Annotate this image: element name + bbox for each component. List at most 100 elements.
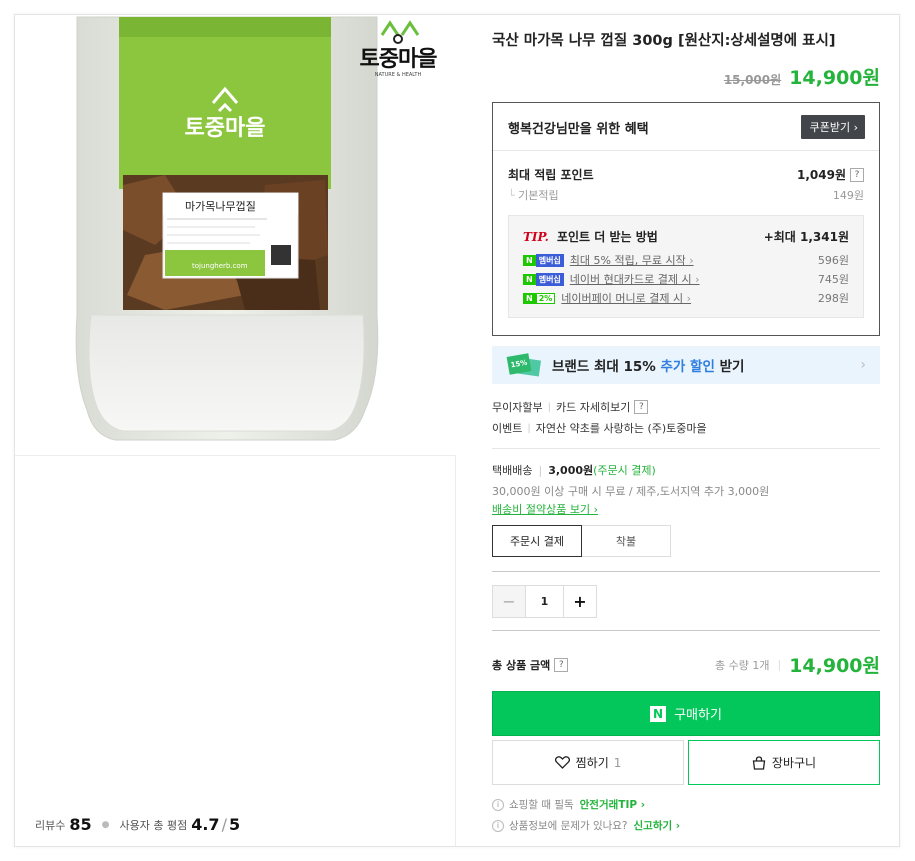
shopping-bag-icon <box>752 755 766 770</box>
heart-icon <box>554 756 570 769</box>
benefit-title: 행복건강님만을 위한 혜택 <box>508 122 649 137</box>
divider <box>492 571 880 572</box>
price-row: 15,000원 14,900원 <box>724 63 880 90</box>
tip-header: TIP. 포인트 더 받는 방법 +최대 1,341원 <box>523 228 849 245</box>
brand-banner-text: 브랜드 최대 15% 추가 할인 받기 <box>552 359 745 375</box>
wishlist-button[interactable]: 찜하기 1 <box>492 740 684 785</box>
event-desc: 자연산 약초를 사랑하는 (주)토중마을 <box>535 422 707 435</box>
report-text: 상품정보에 문제가 있나요? <box>509 820 628 832</box>
max-points-value: 1,049원 <box>797 168 846 182</box>
event-label: 이벤트 <box>492 422 523 435</box>
shipping-note: (주문시 결제) <box>593 464 656 477</box>
tip-item-card[interactable]: N멤버십 네이버 현대카드로 결제 시 745원 <box>523 271 849 287</box>
discount-badge-icon: 15% <box>506 353 542 377</box>
review-summary: 리뷰수 85 ● 사용자 총 평점 4.7 / 5 <box>35 815 240 834</box>
original-price: 15,000원 <box>723 73 782 87</box>
shipping-desc: 30,000원 이상 구매 시 무료 / 제주,도서지역 추가 3,000원 <box>492 485 770 498</box>
cart-label: 장바구니 <box>771 756 817 770</box>
base-points-value: 149원 <box>832 189 864 202</box>
installment-label: 무이자할부 <box>492 401 543 414</box>
tip-item-membership[interactable]: N멤버십 최대 5% 적립, 무료 시작 596원 <box>523 252 849 268</box>
card-detail-link[interactable]: 카드 자세히보기 <box>556 399 630 415</box>
rating-label: 사용자 총 평점 <box>119 818 188 832</box>
max-points-label: 최대 적립 포인트 <box>508 168 594 182</box>
points-tip-box: TIP. 포인트 더 받는 방법 +최대 1,341원 N 멤버십 최대 5% 적… <box>508 215 864 318</box>
rating-slash: / <box>221 815 227 834</box>
benefit-header: 행복건강님만을 위한 혜택 쿠폰받기 › <box>493 103 879 151</box>
quantity-minus-button[interactable]: − <box>493 586 526 617</box>
quantity-stepper: − 1 + <box>492 585 597 618</box>
review-separator: ● <box>101 819 110 830</box>
rating-max: 5 <box>228 815 241 834</box>
cart-button[interactable]: 장바구니 <box>688 740 880 785</box>
safety-tip-text: 쇼핑할 때 필독 <box>509 799 574 811</box>
shipping-cost: 3,000원 <box>548 464 594 477</box>
base-points-label: 기본적립 <box>508 187 558 203</box>
total-quantity: 총 수량 1개 <box>714 658 770 672</box>
pay-option-cod[interactable]: 착불 <box>581 525 671 557</box>
image-divider <box>15 455 456 456</box>
brand-discount-banner[interactable]: 15% 브랜드 최대 15% 추가 할인 받기 › <box>492 346 880 384</box>
wishlist-count: 1 <box>613 755 622 770</box>
shipping-row: 택배배송 | 3,000원 (주문시 결제) <box>492 463 656 478</box>
package-brand-text: 토중마을 <box>185 116 266 141</box>
brand-logo-text: 토중마을 <box>359 47 438 72</box>
quantity-plus-button[interactable]: + <box>563 586 596 617</box>
rating-value: 4.7 <box>191 815 220 834</box>
total-price: 14,900원 <box>789 655 880 677</box>
wishlist-label: 찜하기 <box>575 756 609 770</box>
naver-n-icon: N <box>650 705 667 722</box>
base-points-row: 기본적립 149원 <box>508 187 864 203</box>
info-icon: i <box>492 798 504 811</box>
buy-button[interactable]: N 구매하기 <box>492 691 880 736</box>
safety-tip-note: i 쇼핑할 때 필독 안전거래TIP › <box>492 797 645 812</box>
review-count[interactable]: 85 <box>69 815 91 834</box>
divider <box>492 630 880 631</box>
tip-item-value: 298원 <box>817 292 849 305</box>
report-link[interactable]: 신고하기 › <box>634 818 681 833</box>
pay-option-prepaid[interactable]: 주문시 결제 <box>492 525 582 557</box>
tip-item-value: 596원 <box>817 254 849 267</box>
brand-logo: 토중마을 NATURE & HEALTH <box>348 17 448 87</box>
brand-logo-mark-icon <box>380 20 420 44</box>
event-info-row: 이벤트 | 자연산 약초를 사랑하는 (주)토중마을 <box>492 422 707 435</box>
safety-tip-link[interactable]: 안전거래TIP › <box>580 797 645 812</box>
card-help-icon[interactable]: ? <box>634 400 649 414</box>
package-label-text: 마가목나무껍질 <box>185 200 256 213</box>
shipping-payment-options: 주문시 결제 착불 <box>492 525 671 557</box>
product-title: 국산 마가목 나무 껍질 300g [원산지:상세설명에 표시] <box>492 33 836 49</box>
max-points-row: 최대 적립 포인트 1,049원 ? <box>508 166 864 183</box>
naver-membership-badge: N 멤버십 <box>523 272 564 286</box>
chevron-right-icon: › <box>860 357 866 373</box>
shipping-saving-link[interactable]: 배송비 절약상품 보기 › <box>492 501 598 517</box>
max-points-help-icon[interactable]: ? <box>850 167 864 182</box>
tip-item-desc: 네이버페이 머니로 결제 시 <box>561 290 691 306</box>
card-info-row: 무이자할부 | 카드 자세히보기 ? <box>492 399 649 415</box>
total-help-icon[interactable]: ? <box>554 657 569 672</box>
total-row: 총 상품 금액 ? 총 수량 1개 | 14,900원 <box>492 651 880 678</box>
tip-title: 포인트 더 받는 방법 <box>556 230 658 244</box>
product-page: 마가목나무껍질 tojungherb.com 토중마을 토중마을 NATURE … <box>0 0 915 861</box>
coupon-button[interactable]: 쿠폰받기 › <box>800 115 865 139</box>
package-site-text: tojungherb.com <box>192 262 248 270</box>
tip-item-value: 745원 <box>817 273 849 286</box>
product-image[interactable]: 마가목나무껍질 tojungherb.com 토중마을 토중마을 NATURE … <box>15 15 456 455</box>
secondary-buttons: 찜하기 1 장바구니 <box>492 740 880 785</box>
product-image-panel: 마가목나무껍질 tojungherb.com 토중마을 토중마을 NATURE … <box>15 15 456 846</box>
benefit-box: 행복건강님만을 위한 혜택 쿠폰받기 › 최대 적립 포인트 1,049원 ? … <box>492 102 880 336</box>
buy-label: 구매하기 <box>674 708 722 723</box>
report-note: i 상품정보에 문제가 있나요? 신고하기 › <box>492 818 680 833</box>
quantity-input[interactable]: 1 <box>526 586 563 617</box>
total-label: 총 상품 금액 <box>492 658 551 672</box>
shipping-type: 택배배송 <box>492 464 533 477</box>
tip-max: +최대 1,341원 <box>763 230 849 244</box>
naver-membership-badge: N 멤버십 <box>523 253 564 267</box>
brand-logo-sub: NATURE & HEALTH <box>374 72 422 78</box>
tip-label: TIP. <box>523 230 549 244</box>
divider <box>492 448 880 449</box>
review-count-label: 리뷰수 <box>35 818 66 832</box>
tip-item-desc: 네이버 현대카드로 결제 시 <box>570 271 700 287</box>
info-icon: i <box>492 819 504 832</box>
tip-item-money[interactable]: N2% 네이버페이 머니로 결제 시 298원 <box>523 290 849 306</box>
sale-price: 14,900원 <box>789 67 880 89</box>
